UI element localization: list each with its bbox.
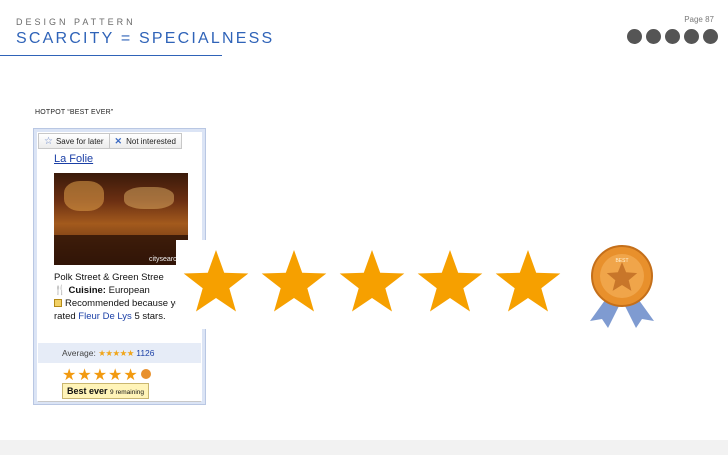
star-icon (417, 250, 483, 312)
star-outline-icon: ☆ (44, 135, 53, 147)
restaurant-photo[interactable]: citysearch.c (54, 173, 188, 265)
tooltip-title: Best ever (67, 386, 108, 396)
dot-icon (646, 29, 661, 44)
star-icon (495, 250, 561, 312)
section-label: HOTPOT “BEST EVER” (35, 109, 114, 116)
best-ever-medal-icon[interactable] (140, 369, 151, 379)
dot-icon (684, 29, 699, 44)
average-stars-icon: ★★★★★ (98, 348, 134, 358)
card-toolbar: ☆ Save for later ✕ Not interested (38, 133, 201, 149)
dot-icon (703, 29, 718, 44)
medal-text: BEST (615, 258, 628, 264)
average-rating-row: Average: ★★★★★ 1126 (38, 343, 201, 363)
progress-dots (627, 29, 718, 44)
fleur-de-lys-link[interactable]: Fleur De Lys (78, 311, 132, 322)
star-icon (339, 250, 405, 312)
title-underline (0, 55, 222, 56)
content-area: HOTPOT “BEST EVER” ☆ Save for later ✕ No… (0, 70, 728, 440)
rating-zoom-graphic: BEST (183, 245, 654, 328)
star-icon (183, 250, 249, 312)
rating-zoom-strip: BEST (176, 240, 669, 329)
header: DESIGN PATTERN SCARCITY = SPECIALNESS Pa… (0, 0, 728, 70)
review-count-link[interactable]: 1126 (136, 348, 154, 358)
next-result-toolbar (38, 401, 201, 404)
slide-title: SCARCITY = SPECIALNESS (16, 30, 275, 47)
cuisine-label: Cuisine: (68, 285, 106, 296)
kicker-text: DESIGN PATTERN (16, 17, 136, 27)
fork-knife-icon: 🍴 (54, 285, 66, 296)
rating-stars-icon[interactable]: ★★★★★ (62, 367, 139, 384)
footer-band (0, 440, 728, 455)
not-interested-button[interactable]: ✕ Not interested (109, 133, 182, 149)
user-rating-stars[interactable]: ★★★★★ (62, 365, 151, 385)
best-ever-tooltip: Best ever 9 remaining (62, 383, 150, 399)
average-label: Average: (62, 348, 96, 358)
save-for-later-button[interactable]: ☆ Save for later (38, 133, 110, 149)
dot-icon (627, 29, 642, 44)
save-for-later-label: Save for later (55, 136, 104, 146)
place-name-link[interactable]: La Folie (54, 153, 93, 165)
not-interested-label: Not interested (126, 136, 176, 146)
slide: DESIGN PATTERN SCARCITY = SPECIALNESS Pa… (0, 0, 728, 440)
star-icon (261, 250, 327, 312)
page-number: Page 87 (684, 15, 714, 24)
close-icon: ✕ (114, 135, 123, 146)
dot-icon (665, 29, 680, 44)
recommendation-icon (54, 299, 62, 307)
recommendation-tail: 5 stars. (134, 311, 166, 322)
tooltip-remaining: 9 remaining (110, 389, 145, 396)
cuisine-value: European (108, 285, 150, 296)
